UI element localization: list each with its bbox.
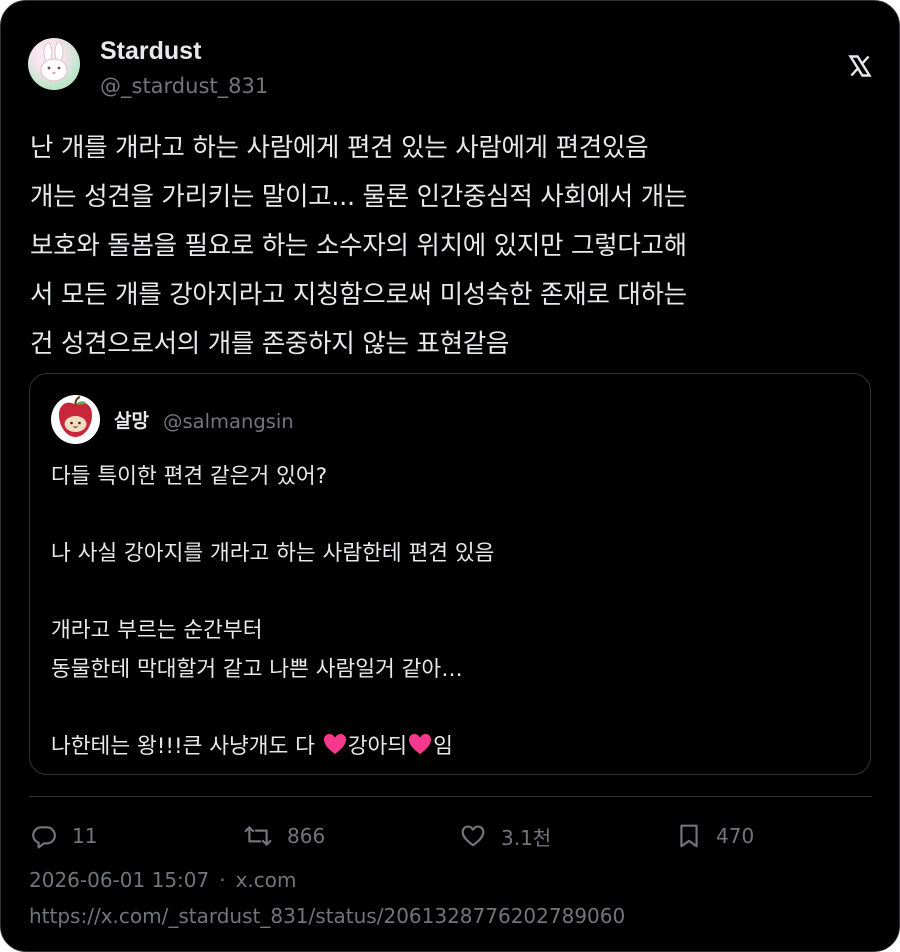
heart-icon xyxy=(461,825,485,847)
tweet-url[interactable]: https://x.com/_stardust_831/status/20613… xyxy=(29,902,625,930)
quoted-last-line: 나한테는 왕!!!큰 사냥개도 다 강아듸 임 xyxy=(51,728,851,767)
quoted-author-name[interactable]: 살망 xyxy=(114,408,149,434)
tweet-card: Stardust @_stardust_831 난 개를 개라고 하는 사람에게… xyxy=(0,0,900,952)
quoted-author-handle[interactable]: @salmangsin xyxy=(163,409,294,435)
quoted-line xyxy=(51,574,851,613)
timestamp[interactable]: 2026-06-01 15:07 xyxy=(29,868,209,892)
quoted-line: 동물한테 막대할거 같고 나쁜 사람일거 같아… xyxy=(51,656,463,682)
meta-separator: · xyxy=(219,868,226,892)
quoted-line: 다들 특이한 편견 같은거 있어? xyxy=(51,464,328,489)
quoted-line xyxy=(51,497,851,536)
author-name[interactable]: Stardust xyxy=(100,35,201,67)
retweet-button[interactable]: 866 xyxy=(244,821,325,851)
quoted-last-line-start: 나한테는 왕!!!큰 사냥개도 다 xyxy=(51,733,322,759)
quoted-tweet-text: 다들 특이한 편견 같은거 있어? 나 사실 강아지를 개라고 하는 사람한테 … xyxy=(51,458,851,766)
quoted-last-line-middle: 강아듸 xyxy=(347,733,408,759)
quoted-tweet[interactable]: 살망 @salmangsin 다들 특이한 편견 같은거 있어? 나 사실 강아… xyxy=(29,373,871,775)
retweet-count: 866 xyxy=(287,824,326,848)
pink-heart-emoji-icon xyxy=(409,733,432,754)
quoted-line: 개라고 부르는 순간부터 xyxy=(51,618,263,643)
reply-count: 11 xyxy=(72,824,98,848)
bookmark-icon xyxy=(680,824,698,848)
quoted-line xyxy=(51,689,851,728)
quoted-author-avatar[interactable] xyxy=(51,395,100,444)
source[interactable]: x.com xyxy=(236,868,297,892)
bookmark-button[interactable]: 470 xyxy=(677,821,754,851)
tweet-text: 난 개를 개라고 하는 사람에게 편견 있는 사람에게 편견있음 개는 성견을 … xyxy=(30,133,688,359)
author-handle[interactable]: @_stardust_831 xyxy=(100,72,268,100)
retweet-icon xyxy=(244,826,272,846)
quoted-line: 나 사실 강아지를 개라고 하는 사람한테 편견 있음 xyxy=(51,541,495,566)
divider xyxy=(29,796,872,797)
author-avatar[interactable] xyxy=(28,38,80,90)
rabbit-avatar-image xyxy=(40,41,68,82)
like-count: 3.1천 xyxy=(501,825,552,850)
pink-heart-emoji-icon xyxy=(323,733,346,754)
like-button[interactable]: 3.1천 xyxy=(460,821,551,851)
x-logo-icon[interactable] xyxy=(848,54,872,78)
quoted-last-line-end: 임 xyxy=(433,733,453,759)
bookmark-count: 470 xyxy=(716,824,755,848)
tweet-meta: 2026-06-01 15:07 · x.com xyxy=(29,866,297,894)
reply-button[interactable]: 11 xyxy=(31,821,97,851)
reply-icon xyxy=(32,826,56,849)
apple-avatar-image xyxy=(59,396,92,437)
